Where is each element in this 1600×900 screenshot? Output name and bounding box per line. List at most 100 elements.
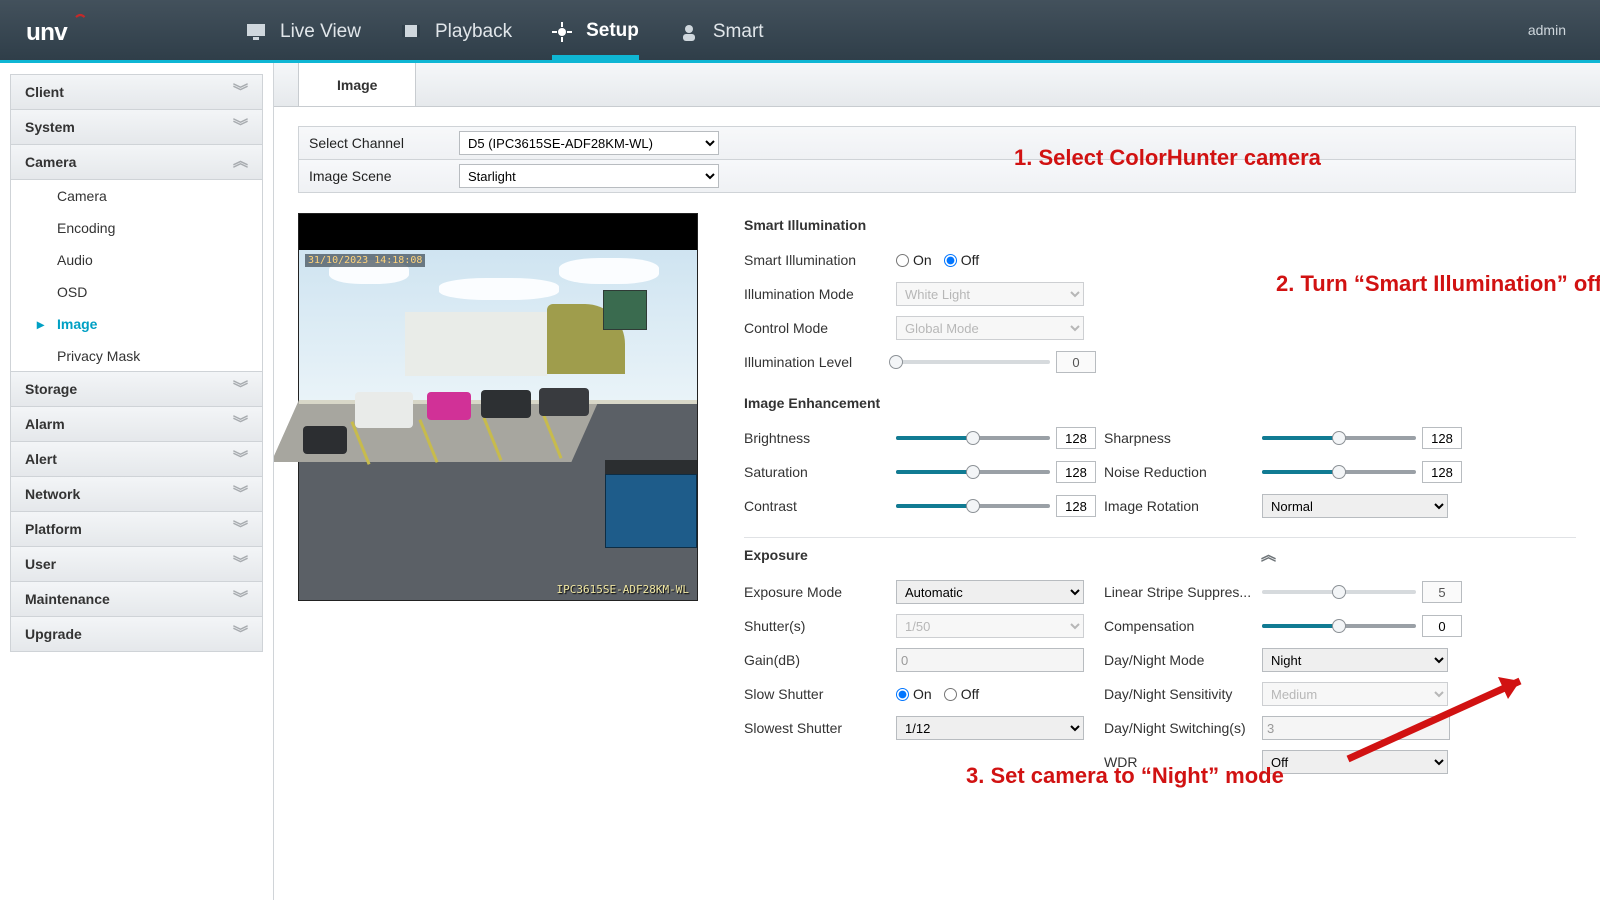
control-mode-select: Global Mode [896, 316, 1084, 340]
sidebar-item-image[interactable]: Image [11, 308, 262, 340]
chevron-down-icon: ︾ [233, 406, 248, 442]
linear-stripe-slider [1262, 590, 1416, 594]
slowest-shutter-select[interactable]: 1/12 [896, 716, 1084, 740]
sidebar-item-osd[interactable]: OSD [11, 276, 262, 308]
compensation-value[interactable] [1422, 615, 1462, 637]
annotation-3: 3. Set camera to “Night” mode [966, 763, 1284, 789]
day-night-sensitivity-select: Medium [1262, 682, 1448, 706]
sidebar-section-platform[interactable]: Platform︾ [10, 511, 263, 547]
chevron-down-icon: ︾ [233, 74, 248, 110]
chevron-down-icon: ︾ [233, 511, 248, 547]
chevron-up-icon: ︽ [233, 144, 248, 180]
select-channel-label: Select Channel [299, 135, 459, 151]
image-rotation-select[interactable]: Normal [1262, 494, 1448, 518]
illumination-level-slider [896, 360, 1050, 364]
sidebar: Client︾System︾Camera︽CameraEncodingAudio… [0, 63, 274, 900]
smart-illumination-heading: Smart Illumination [744, 217, 1576, 233]
compensation-label: Compensation [1104, 618, 1262, 634]
sidebar-section-system[interactable]: System︾ [10, 109, 263, 145]
wdr-select[interactable]: Off [1262, 750, 1448, 774]
sidebar-item-encoding[interactable]: Encoding [11, 212, 262, 244]
linear-stripe-label: Linear Stripe Suppres... [1104, 584, 1262, 600]
camera-preview: 31/10/2023 14:18:08 IPC3615SE-ADF28KM-WL [298, 213, 700, 779]
person-icon [679, 23, 699, 41]
sidebar-section-maintenance[interactable]: Maintenance︾ [10, 581, 263, 617]
panel-tab-bar: Image [274, 63, 1600, 107]
illumination-level-label: Illumination Level [744, 354, 896, 370]
sharpness-slider[interactable] [1262, 436, 1416, 440]
brand-logo: unv [26, 10, 126, 50]
shutter-label: Shutter(s) [744, 618, 896, 634]
control-mode-label: Control Mode [744, 320, 896, 336]
sidebar-item-privacy-mask[interactable]: Privacy Mask [11, 340, 262, 372]
nav-smart[interactable]: Smart [679, 3, 764, 57]
sidebar-section-camera[interactable]: Camera︽ [10, 144, 263, 180]
gear-icon [552, 22, 572, 40]
contrast-slider[interactable] [896, 504, 1050, 508]
select-channel[interactable]: D5 (IPC3615SE-ADF28KM-WL) [459, 131, 719, 155]
saturation-label: Saturation [744, 464, 896, 480]
saturation-value[interactable] [1056, 461, 1096, 483]
gain-input [896, 648, 1084, 672]
sharpness-label: Sharpness [1104, 430, 1262, 446]
slow-shutter-label: Slow Shutter [744, 686, 896, 702]
sidebar-item-camera[interactable]: Camera [11, 180, 262, 212]
illumination-mode-label: Illumination Mode [744, 286, 896, 302]
smart-illumination-radio-group[interactable]: On Off [896, 252, 991, 268]
chevron-down-icon: ︾ [233, 616, 248, 652]
current-user[interactable]: admin [1528, 22, 1574, 38]
sharpness-value[interactable] [1422, 427, 1462, 449]
settings-form: Smart Illumination Smart Illumination On… [744, 213, 1576, 779]
sidebar-section-upgrade[interactable]: Upgrade︾ [10, 616, 263, 652]
chevron-down-icon: ︾ [233, 441, 248, 477]
nav-setup[interactable]: Setup [552, 3, 639, 60]
compensation-slider[interactable] [1262, 624, 1416, 628]
sidebar-section-alert[interactable]: Alert︾ [10, 441, 263, 477]
chevron-down-icon: ︾ [233, 371, 248, 407]
nav-live-view[interactable]: Live View [246, 3, 361, 57]
nav-label: Setup [586, 20, 639, 42]
sidebar-section-storage[interactable]: Storage︾ [10, 371, 263, 407]
sidebar-section-client[interactable]: Client︾ [10, 74, 263, 110]
brightness-label: Brightness [744, 430, 896, 446]
main-panel: Image Select Channel D5 (IPC3615SE-ADF28… [274, 63, 1600, 900]
sidebar-section-alarm[interactable]: Alarm︾ [10, 406, 263, 442]
nav-playback[interactable]: Playback [401, 3, 512, 57]
nav-label: Playback [435, 21, 512, 43]
brightness-slider[interactable] [896, 436, 1050, 440]
smart-illumination-label: Smart Illumination [744, 252, 896, 268]
image-rotation-label: Image Rotation [1104, 498, 1262, 514]
noise-reduction-label: Noise Reduction [1104, 464, 1262, 480]
day-night-switching-label: Day/Night Switching(s) [1104, 720, 1262, 736]
chevron-down-icon: ︾ [233, 581, 248, 617]
chevron-up-icon[interactable]: ︽ [1261, 544, 1276, 565]
noise-reduction-value[interactable] [1422, 461, 1462, 483]
day-night-switching-input [1262, 716, 1450, 740]
image-scene-label: Image Scene [299, 168, 459, 184]
gain-label: Gain(dB) [744, 652, 896, 668]
monitor-icon [246, 23, 266, 41]
noise-reduction-slider[interactable] [1262, 470, 1416, 474]
tab-image[interactable]: Image [298, 63, 416, 106]
day-night-sensitivity-label: Day/Night Sensitivity [1104, 686, 1262, 702]
linear-stripe-value [1422, 581, 1462, 603]
sidebar-item-audio[interactable]: Audio [11, 244, 262, 276]
nav-label: Live View [280, 21, 361, 43]
chevron-down-icon: ︾ [233, 109, 248, 145]
brightness-value[interactable] [1056, 427, 1096, 449]
film-icon [401, 23, 421, 41]
exposure-mode-select[interactable]: Automatic [896, 580, 1084, 604]
day-night-mode-select[interactable]: Night [1262, 648, 1448, 672]
saturation-slider[interactable] [896, 470, 1050, 474]
top-nav: Live View Playback Setup Smart [246, 3, 764, 57]
chevron-down-icon: ︾ [233, 476, 248, 512]
sidebar-section-network[interactable]: Network︾ [10, 476, 263, 512]
nav-label: Smart [713, 21, 764, 43]
exposure-heading: Exposure ︽ [744, 537, 1576, 565]
contrast-value[interactable] [1056, 495, 1096, 517]
channel-selectors: Select Channel D5 (IPC3615SE-ADF28KM-WL)… [298, 126, 1576, 193]
day-night-mode-label: Day/Night Mode [1104, 652, 1262, 668]
image-scene-select[interactable]: Starlight [459, 164, 719, 188]
slow-shutter-radio-group[interactable]: On Off [896, 686, 991, 702]
sidebar-section-user[interactable]: User︾ [10, 546, 263, 582]
